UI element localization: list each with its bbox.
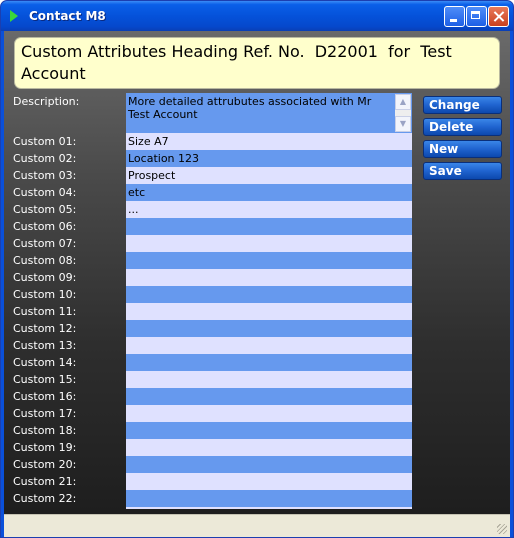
custom-value-field[interactable] [126, 235, 412, 252]
custom-label: Custom 19: [13, 441, 77, 454]
close-button[interactable] [488, 6, 509, 27]
delete-button[interactable]: Delete [423, 118, 502, 136]
change-button[interactable]: Change [423, 96, 502, 114]
custom-value-field[interactable] [126, 422, 412, 439]
status-bar [4, 514, 510, 537]
client-area: Custom Attributes Heading Ref. No. D2200… [4, 31, 510, 514]
custom-value-field[interactable] [126, 337, 412, 354]
custom-value-field[interactable] [126, 371, 412, 388]
custom-label: Custom 15: [13, 373, 77, 386]
description-value: More detailed attrubutes associated with… [128, 95, 372, 121]
play-arrow-icon [10, 10, 18, 22]
custom-label: Custom 08: [13, 254, 77, 267]
custom-label: Custom 11: [13, 305, 77, 318]
scroll-up-icon[interactable]: ▲ [395, 94, 411, 110]
scroll-down-icon[interactable]: ▼ [395, 116, 411, 132]
custom-label: Custom 16: [13, 390, 77, 403]
app-window: Contact M8 Custom Attributes Heading Ref… [0, 0, 514, 538]
custom-label: Custom 10: [13, 288, 77, 301]
description-label: Description: [13, 95, 80, 108]
custom-label: Custom 04: [13, 186, 77, 199]
custom-value-field[interactable] [126, 218, 412, 235]
custom-label: Custom 21: [13, 475, 77, 488]
custom-label: Custom 20: [13, 458, 77, 471]
custom-value-field[interactable]: etc [126, 184, 412, 201]
custom-value-field[interactable] [126, 439, 412, 456]
custom-label: Custom 05: [13, 203, 77, 216]
custom-value-field[interactable]: Prospect [126, 167, 412, 184]
custom-value-field[interactable] [126, 388, 412, 405]
custom-value-field[interactable] [126, 354, 412, 371]
custom-value-field[interactable] [126, 456, 412, 473]
custom-label: Custom 17: [13, 407, 77, 420]
maximize-button[interactable] [466, 6, 487, 27]
custom-label: Custom 18: [13, 424, 77, 437]
window-title: Contact M8 [29, 9, 106, 23]
custom-value-field[interactable] [126, 286, 412, 303]
minimize-button[interactable] [444, 6, 465, 27]
custom-label: Custom 13: [13, 339, 77, 352]
custom-value-field[interactable] [126, 473, 412, 490]
title-bar[interactable]: Contact M8 [1, 1, 513, 31]
custom-value-field[interactable]: ... [126, 201, 412, 218]
custom-label: Custom 02: [13, 152, 77, 165]
custom-value-field[interactable] [126, 405, 412, 422]
custom-label: Custom 06: [13, 220, 77, 233]
custom-value-field[interactable] [126, 303, 412, 320]
custom-label: Custom 09: [13, 271, 77, 284]
description-field[interactable]: More detailed attrubutes associated with… [126, 93, 412, 133]
description-scrollbar[interactable]: ▲ ▼ [395, 94, 411, 132]
new-button[interactable]: New [423, 140, 502, 158]
custom-label: Custom 22: [13, 492, 77, 505]
custom-value-field[interactable] [126, 252, 412, 269]
custom-label: Custom 01: [13, 135, 77, 148]
save-button[interactable]: Save [423, 162, 502, 180]
attributes-heading: Custom Attributes Heading Ref. No. D2200… [14, 37, 500, 89]
custom-value-field[interactable] [126, 490, 412, 507]
attributes-grid: More detailed attrubutes associated with… [126, 93, 412, 509]
custom-label: Custom 14: [13, 356, 77, 369]
resize-grip-icon[interactable] [497, 524, 507, 534]
custom-value-field[interactable] [126, 320, 412, 337]
custom-value-field[interactable] [126, 269, 412, 286]
custom-label: Custom 03: [13, 169, 77, 182]
custom-label: Custom 07: [13, 237, 77, 250]
custom-value-field[interactable]: Location 123 [126, 150, 412, 167]
custom-value-field[interactable]: Size A7 [126, 133, 412, 150]
custom-label: Custom 12: [13, 322, 77, 335]
